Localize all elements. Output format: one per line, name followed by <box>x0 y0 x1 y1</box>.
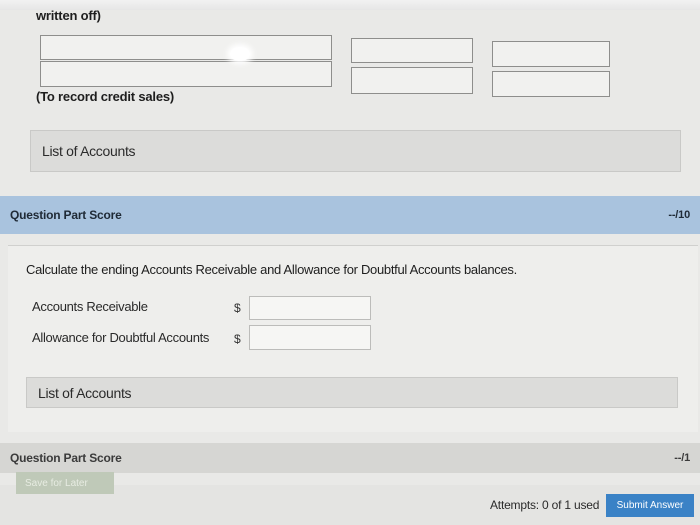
assignment-page: written off) (To record credit sales) Li… <box>0 0 700 525</box>
submit-answer-button[interactable]: Submit Answer <box>606 494 694 517</box>
journal-debit-field-1[interactable] <box>351 38 473 63</box>
journal-explanation: (To record credit sales) <box>36 89 175 104</box>
journal-account-field-1[interactable] <box>40 35 332 60</box>
save-for-later-button[interactable]: Save for Later <box>16 472 114 494</box>
journal-account-field-2[interactable] <box>40 61 332 87</box>
question-part-score-bar-1: Question Part Score --/10 <box>0 196 700 234</box>
allowance-input[interactable] <box>249 325 371 350</box>
question-part-score-points: --/10 <box>668 209 690 221</box>
list-of-accounts-label: List of Accounts <box>42 143 136 159</box>
allowance-label: Allowance for Doubtful Accounts <box>32 330 210 345</box>
question-instruction: Calculate the ending Accounts Receivable… <box>26 262 517 277</box>
list-of-accounts-bar-2[interactable]: List of Accounts <box>26 377 678 408</box>
list-of-accounts-bar-1[interactable]: List of Accounts <box>30 130 681 172</box>
accounts-receivable-input[interactable] <box>249 296 371 320</box>
screen-glare <box>230 47 250 61</box>
accounts-receivable-label: Accounts Receivable <box>32 299 148 314</box>
currency-symbol: $ <box>234 301 241 315</box>
question-part-score-label: Question Part Score <box>10 208 122 222</box>
journal-entry-note: written off) <box>36 8 101 23</box>
question-part-score-points: --/1 <box>674 452 690 464</box>
question-part-score-bar-2: Question Part Score --/1 <box>0 443 700 473</box>
top-divider <box>0 0 700 10</box>
journal-debit-field-2[interactable] <box>351 67 473 94</box>
list-of-accounts-label: List of Accounts <box>38 384 132 401</box>
attempts-counter: Attempts: 0 of 1 used <box>490 498 600 512</box>
journal-credit-field-2[interactable] <box>492 71 610 97</box>
question-part-score-label: Question Part Score <box>10 451 122 465</box>
journal-credit-field-1[interactable] <box>492 41 610 67</box>
currency-symbol: $ <box>234 332 241 346</box>
